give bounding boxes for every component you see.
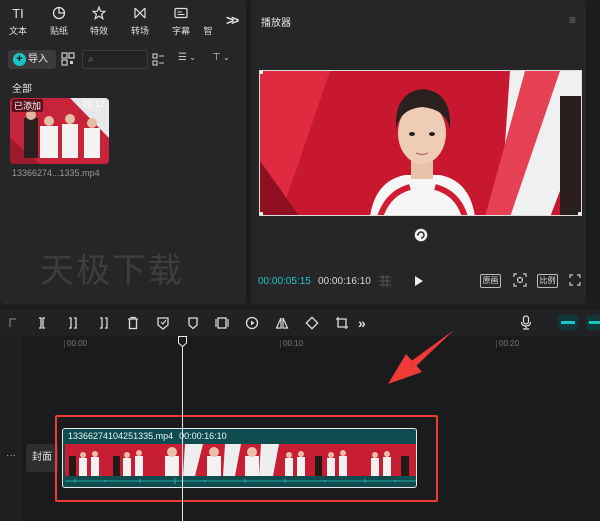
added-badge: 已添加 bbox=[12, 99, 44, 112]
menu-icon[interactable]: ≡ bbox=[569, 13, 576, 27]
tab-text-label: 文本 bbox=[8, 26, 27, 36]
subtitle-icon bbox=[165, 6, 197, 22]
chevron-down-icon: ⌄ bbox=[220, 53, 230, 62]
undo-icon[interactable] bbox=[6, 316, 20, 330]
playback-controls: 00:00:05:15 00:00:16:10 原画 比例 bbox=[251, 270, 586, 294]
search-icon: ⌕ bbox=[88, 54, 94, 65]
highlight-box bbox=[55, 415, 438, 502]
current-time: 00:00:05:15 bbox=[258, 276, 311, 287]
delete-icon[interactable] bbox=[126, 316, 140, 330]
ruler-tick bbox=[496, 340, 497, 348]
fullscreen-icon[interactable] bbox=[569, 274, 581, 286]
ruler-tick bbox=[280, 340, 281, 348]
filter-dropdown[interactable]: ⊤ ⌄ bbox=[212, 52, 230, 63]
plus-icon: + bbox=[13, 53, 26, 66]
crop-handle[interactable] bbox=[578, 212, 581, 215]
media-card[interactable]: 已添加 00:17 bbox=[10, 98, 109, 164]
tool-tabs: TI 文本 贴纸 特效 转场 字幕 智 >> bbox=[0, 0, 246, 40]
freeze-frame-icon[interactable] bbox=[156, 316, 170, 330]
crop-handle[interactable] bbox=[578, 71, 581, 74]
tab-smart-label: 智 bbox=[203, 26, 213, 36]
tab-smart[interactable]: 智 bbox=[196, 6, 220, 38]
tab-effects-label: 特效 bbox=[89, 26, 108, 36]
media-panel: TI 文本 贴纸 特效 转场 字幕 智 >> + 导入 ⌕ ☰ ⌄ ⊤ ⌄ 全部… bbox=[0, 0, 246, 304]
mirror-icon[interactable] bbox=[275, 316, 289, 330]
search-input[interactable] bbox=[99, 53, 145, 67]
tab-sticker-label: 贴纸 bbox=[49, 26, 68, 36]
card-duration: 00:17 bbox=[82, 99, 105, 109]
tab-effects[interactable]: 特效 bbox=[83, 5, 115, 38]
rotate-icon[interactable] bbox=[414, 228, 428, 242]
transition-icon bbox=[124, 6, 156, 22]
focus-icon[interactable] bbox=[513, 273, 527, 287]
tab-transition[interactable]: 转场 bbox=[124, 6, 156, 38]
import-row: + 导入 ⌕ ☰ ⌄ ⊤ ⌄ bbox=[8, 50, 240, 70]
tab-subtitle[interactable]: 字幕 bbox=[165, 6, 197, 38]
playhead-line[interactable] bbox=[182, 347, 183, 521]
tab-transition-label: 转场 bbox=[130, 26, 149, 36]
player-panel: 播放器 ≡ 00:00:05:15 00:00:16:10 原画 比例 bbox=[251, 0, 586, 304]
track-header-column bbox=[0, 336, 22, 521]
sort-icon: ☰ bbox=[178, 52, 187, 63]
more-tabs-button[interactable]: >> bbox=[226, 12, 239, 28]
search-box[interactable]: ⌕ bbox=[82, 50, 148, 69]
import-label: 导入 bbox=[28, 54, 48, 65]
play-button[interactable] bbox=[415, 276, 423, 286]
crop-icon[interactable] bbox=[335, 316, 349, 330]
playback-speed-icon[interactable] bbox=[245, 316, 259, 330]
total-time: 00:00:16:10 bbox=[318, 276, 371, 287]
frame-icon[interactable] bbox=[215, 316, 229, 330]
sticker-icon bbox=[43, 6, 75, 22]
crop-handle[interactable] bbox=[260, 71, 263, 74]
player-title: 播放器 bbox=[261, 18, 291, 29]
ruler-label: 00:10 bbox=[283, 339, 304, 348]
effects-icon bbox=[83, 5, 115, 22]
tab-text[interactable]: TI 文本 bbox=[2, 6, 34, 38]
annotation-arrow bbox=[388, 330, 454, 384]
track-link-toggle[interactable] bbox=[558, 315, 578, 330]
split-icon[interactable] bbox=[35, 316, 49, 330]
qr-code-icon[interactable] bbox=[61, 52, 75, 66]
aspect-ratio-button[interactable]: 比例 bbox=[537, 274, 558, 288]
time-ruler[interactable]: 00:00 00:10 00:20 bbox=[22, 336, 600, 350]
rotate-clip-icon[interactable] bbox=[305, 316, 319, 330]
all-media-label: 全部 bbox=[12, 84, 32, 95]
link-icon bbox=[561, 321, 575, 324]
tab-subtitle-label: 字幕 bbox=[171, 26, 190, 36]
marker-icon[interactable] bbox=[186, 316, 200, 330]
original-quality-button[interactable]: 原画 bbox=[480, 274, 501, 288]
tab-sticker[interactable]: 贴纸 bbox=[43, 6, 75, 38]
video-preview[interactable] bbox=[259, 70, 582, 216]
filter-icon: ⊤ bbox=[212, 52, 221, 63]
timeline-area[interactable]: 00:00 00:10 00:20 ··· 封面 133662741042513… bbox=[0, 336, 600, 521]
snap-icon bbox=[589, 321, 600, 324]
ruler-tick bbox=[64, 340, 65, 348]
ruler-label: 00:20 bbox=[499, 339, 520, 348]
playhead-handle[interactable] bbox=[178, 336, 187, 347]
text-icon: TI bbox=[12, 6, 24, 21]
card-filename: 13366274...1335.mp4 bbox=[12, 168, 100, 178]
ruler-label: 00:00 bbox=[67, 339, 88, 348]
import-button[interactable]: + 导入 bbox=[8, 50, 56, 69]
trim-left-icon[interactable] bbox=[66, 316, 80, 330]
trim-right-icon[interactable] bbox=[96, 316, 110, 330]
grid-view-icon[interactable] bbox=[152, 53, 165, 66]
cover-button[interactable]: 封面 bbox=[26, 444, 58, 472]
microphone-icon[interactable] bbox=[520, 315, 532, 330]
preview-frame bbox=[260, 71, 581, 215]
watermark: 天极下载 bbox=[40, 251, 184, 291]
sort-dropdown[interactable]: ☰ ⌄ bbox=[178, 52, 196, 63]
timeline-toolbar: » bbox=[0, 310, 600, 336]
snap-toggle[interactable] bbox=[586, 315, 600, 330]
chevron-down-icon: ⌄ bbox=[186, 53, 196, 62]
smart-icon bbox=[196, 6, 220, 22]
more-tools-button[interactable]: » bbox=[358, 315, 366, 331]
timeline-list-icon[interactable] bbox=[378, 275, 392, 287]
track-menu-icon[interactable]: ··· bbox=[6, 450, 16, 461]
crop-handle[interactable] bbox=[260, 212, 263, 215]
